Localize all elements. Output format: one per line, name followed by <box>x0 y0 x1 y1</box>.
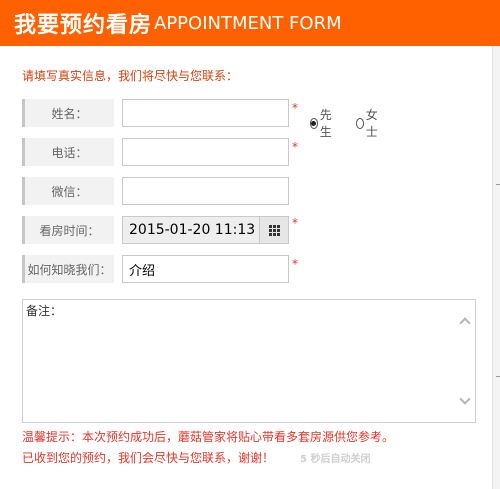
scroll-down-icon[interactable] <box>459 393 471 405</box>
name-required-mark: * <box>292 101 298 115</box>
remark-placeholder: 备注： <box>26 304 63 318</box>
calendar-grid-icon[interactable] <box>259 217 288 243</box>
right-edge-panel <box>492 46 500 489</box>
form-header: 我要预约看房 APPOINTMENT FORM <box>0 0 500 46</box>
source-label: 如何知晓我们： <box>22 255 114 283</box>
header-title-en: APPOINTMENT FORM <box>154 12 342 34</box>
radio-checked-icon[interactable] <box>310 117 318 129</box>
visit-time-input[interactable]: 2015-01-20 11:13 <box>122 216 289 244</box>
auto-close-countdown: 5 秒后自动关闭 <box>300 454 371 465</box>
name-label: 姓名： <box>22 99 114 127</box>
gender-option-male[interactable]: 先生 <box>310 106 335 140</box>
radio-unchecked-icon[interactable] <box>356 117 364 129</box>
wechat-label: 微信： <box>22 177 114 205</box>
visit-time-required-mark: * <box>292 216 298 230</box>
confirmation-text: 已收到您的预约，我们会尽快与您联系，谢谢！ <box>22 451 275 465</box>
source-input[interactable]: 介绍 <box>122 255 289 283</box>
scroll-up-icon[interactable] <box>459 317 471 329</box>
remark-textarea[interactable]: 备注： <box>22 299 476 423</box>
intro-text: 请填写真实信息，我们将尽快与您联系： <box>22 69 239 83</box>
name-input[interactable] <box>122 99 289 127</box>
gender-male-label: 先生 <box>319 108 332 139</box>
source-required-mark: * <box>292 257 298 271</box>
visit-time-label: 看房时间： <box>22 216 114 244</box>
gender-female-label: 女士 <box>365 108 378 139</box>
wechat-input[interactable] <box>122 177 289 205</box>
phone-required-mark: * <box>292 140 298 154</box>
header-title-cn: 我要预约看房 <box>14 13 153 38</box>
phone-input[interactable] <box>122 138 289 166</box>
gender-option-female[interactable]: 女士 <box>356 106 381 140</box>
phone-label: 电话： <box>22 138 114 166</box>
visit-time-value: 2015-01-20 11:13 <box>129 222 256 238</box>
warm-tip-text: 温馨提示：本次预约成功后，蘑菇管家将贴心带看多套房源供您参考。 <box>22 430 395 444</box>
